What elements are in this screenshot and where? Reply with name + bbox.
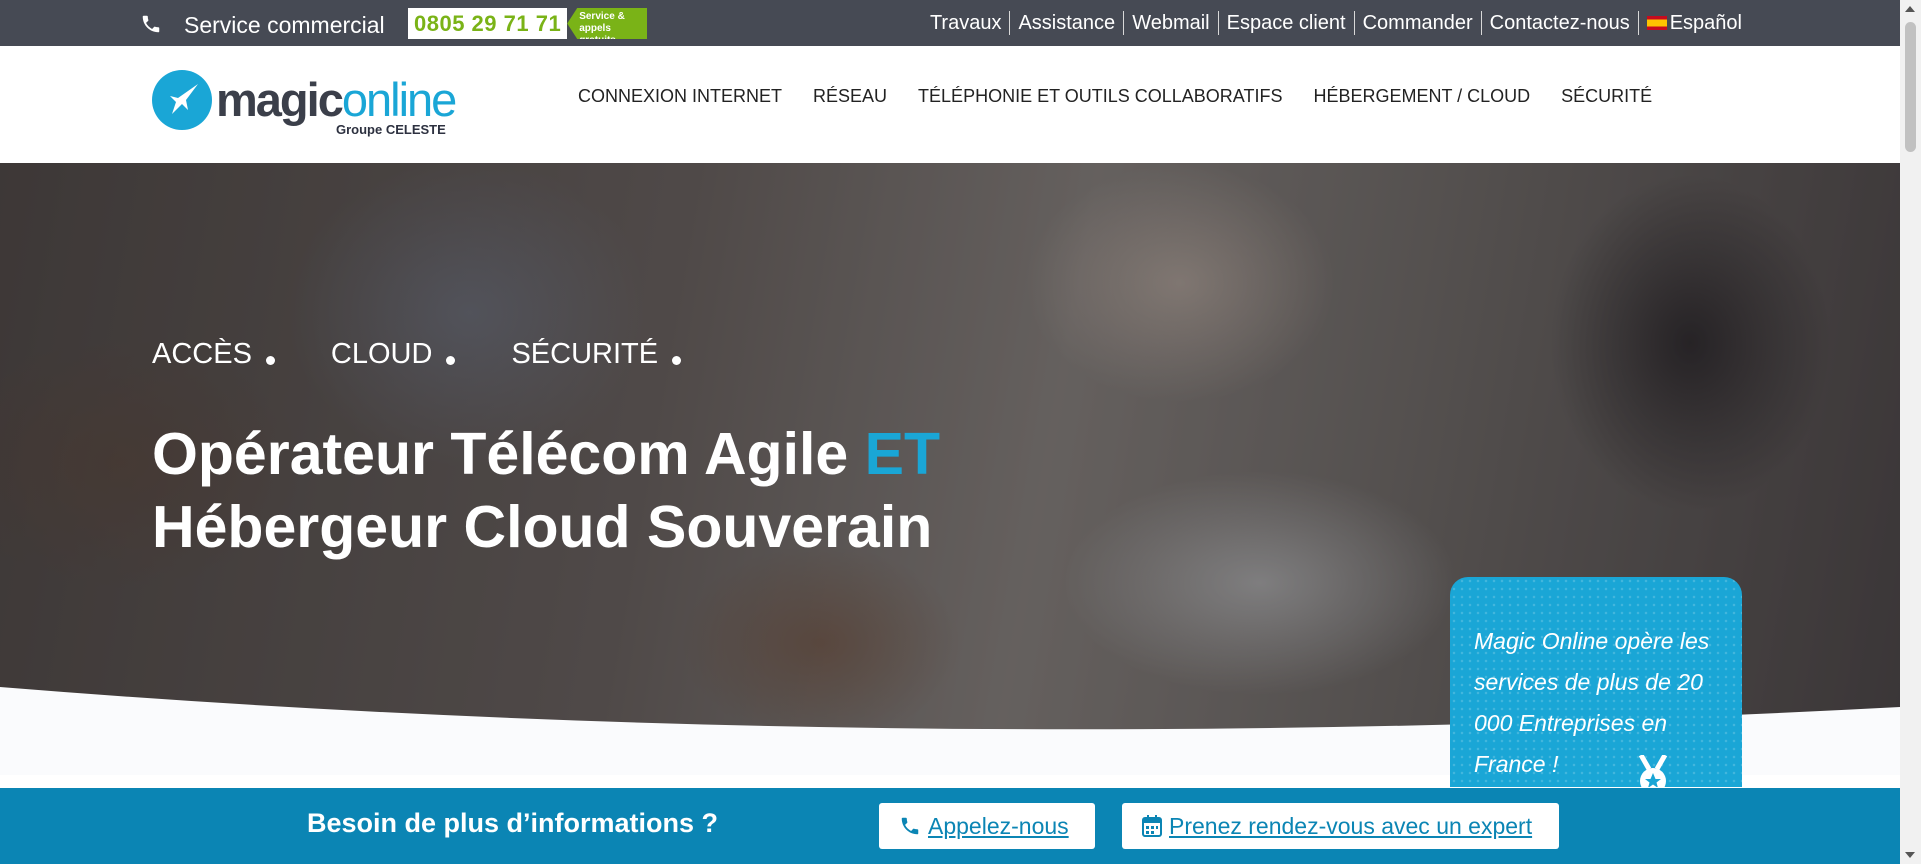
- logo-group-label: Groupe CELESTE: [336, 122, 446, 137]
- call-button[interactable]: Appelez-nous: [879, 803, 1095, 849]
- pillar-acces: ACCÈS: [152, 338, 275, 371]
- scroll-up-icon[interactable]: [1905, 6, 1915, 12]
- phone-icon: [901, 817, 919, 835]
- page-scrollbar[interactable]: [1900, 0, 1921, 864]
- link-contactez-nous[interactable]: Contactez-nous: [1480, 11, 1638, 35]
- scroll-down-icon[interactable]: [1905, 852, 1915, 858]
- toll-free-number[interactable]: 0805 29 71 71 Service & appels gratuits: [408, 8, 648, 39]
- nav-connexion-internet[interactable]: CONNEXION INTERNET: [578, 86, 782, 107]
- link-webmail[interactable]: Webmail: [1123, 11, 1217, 35]
- appointment-button-label: Prenez rendez-vous avec un expert: [1169, 812, 1533, 839]
- cta-bar: Besoin de plus d’informations ? Appelez-…: [0, 788, 1900, 864]
- link-assistance[interactable]: Assistance: [1009, 11, 1123, 35]
- pillar-securite: SÉCURITÉ: [511, 338, 682, 371]
- hero-pillars: ACCÈS CLOUD SÉCURITÉ: [152, 338, 682, 371]
- toll-free-tag: Service & appels gratuits: [567, 8, 648, 39]
- logo-star-icon: [152, 70, 212, 130]
- utility-nav: Travaux Assistance Webmail Espace client…: [922, 0, 1750, 46]
- nav-reseau[interactable]: RÉSEAU: [813, 86, 887, 107]
- pillar-cloud: CLOUD: [331, 338, 456, 371]
- link-espace-client[interactable]: Espace client: [1217, 11, 1354, 35]
- spain-flag-icon: [1646, 16, 1667, 30]
- logo-wordmark: magiconline: [216, 73, 457, 126]
- language-switch[interactable]: Español: [1637, 11, 1750, 35]
- link-travaux[interactable]: Travaux: [922, 11, 1010, 35]
- phone-icon: [142, 15, 160, 33]
- medal-icon: [1638, 755, 1668, 787]
- language-label: Español: [1669, 12, 1742, 34]
- nav-telephonie[interactable]: TÉLÉPHONIE ET OUTILS COLLABORATIFS: [918, 86, 1282, 107]
- top-bar: Service commercial 0805 29 71 71 Service…: [0, 0, 1900, 46]
- stats-card-text: Magic Online opère les services de plus …: [1474, 628, 1710, 777]
- scrollbar-thumb[interactable]: [1905, 22, 1916, 152]
- main-nav: CONNEXION INTERNET RÉSEAU TÉLÉPHONIE ET …: [578, 86, 1652, 107]
- cta-label: Besoin de plus d’informations ?: [307, 808, 719, 838]
- link-commander[interactable]: Commander: [1353, 11, 1481, 35]
- call-button-label: Appelez-nous: [928, 812, 1069, 839]
- phone-number[interactable]: 0805 29 71 71: [408, 8, 568, 39]
- site-logo[interactable]: magiconline Groupe CELESTE: [152, 70, 457, 142]
- stats-card: Magic Online opère les services de plus …: [1450, 577, 1742, 787]
- calendar-icon: [1142, 815, 1162, 837]
- hero-title: Opérateur Télécom Agile ET Hébergeur Clo…: [152, 421, 941, 560]
- service-commercial-label: Service commercial: [184, 12, 385, 38]
- main-header: magiconline Groupe CELESTE CONNEXION INT…: [0, 46, 1900, 163]
- nav-hebergement-cloud[interactable]: HÉBERGEMENT / CLOUD: [1313, 86, 1530, 107]
- nav-securite[interactable]: SÉCURITÉ: [1561, 86, 1652, 107]
- appointment-button[interactable]: Prenez rendez-vous avec un expert: [1122, 803, 1559, 849]
- hero-title-accent: ET: [864, 421, 941, 487]
